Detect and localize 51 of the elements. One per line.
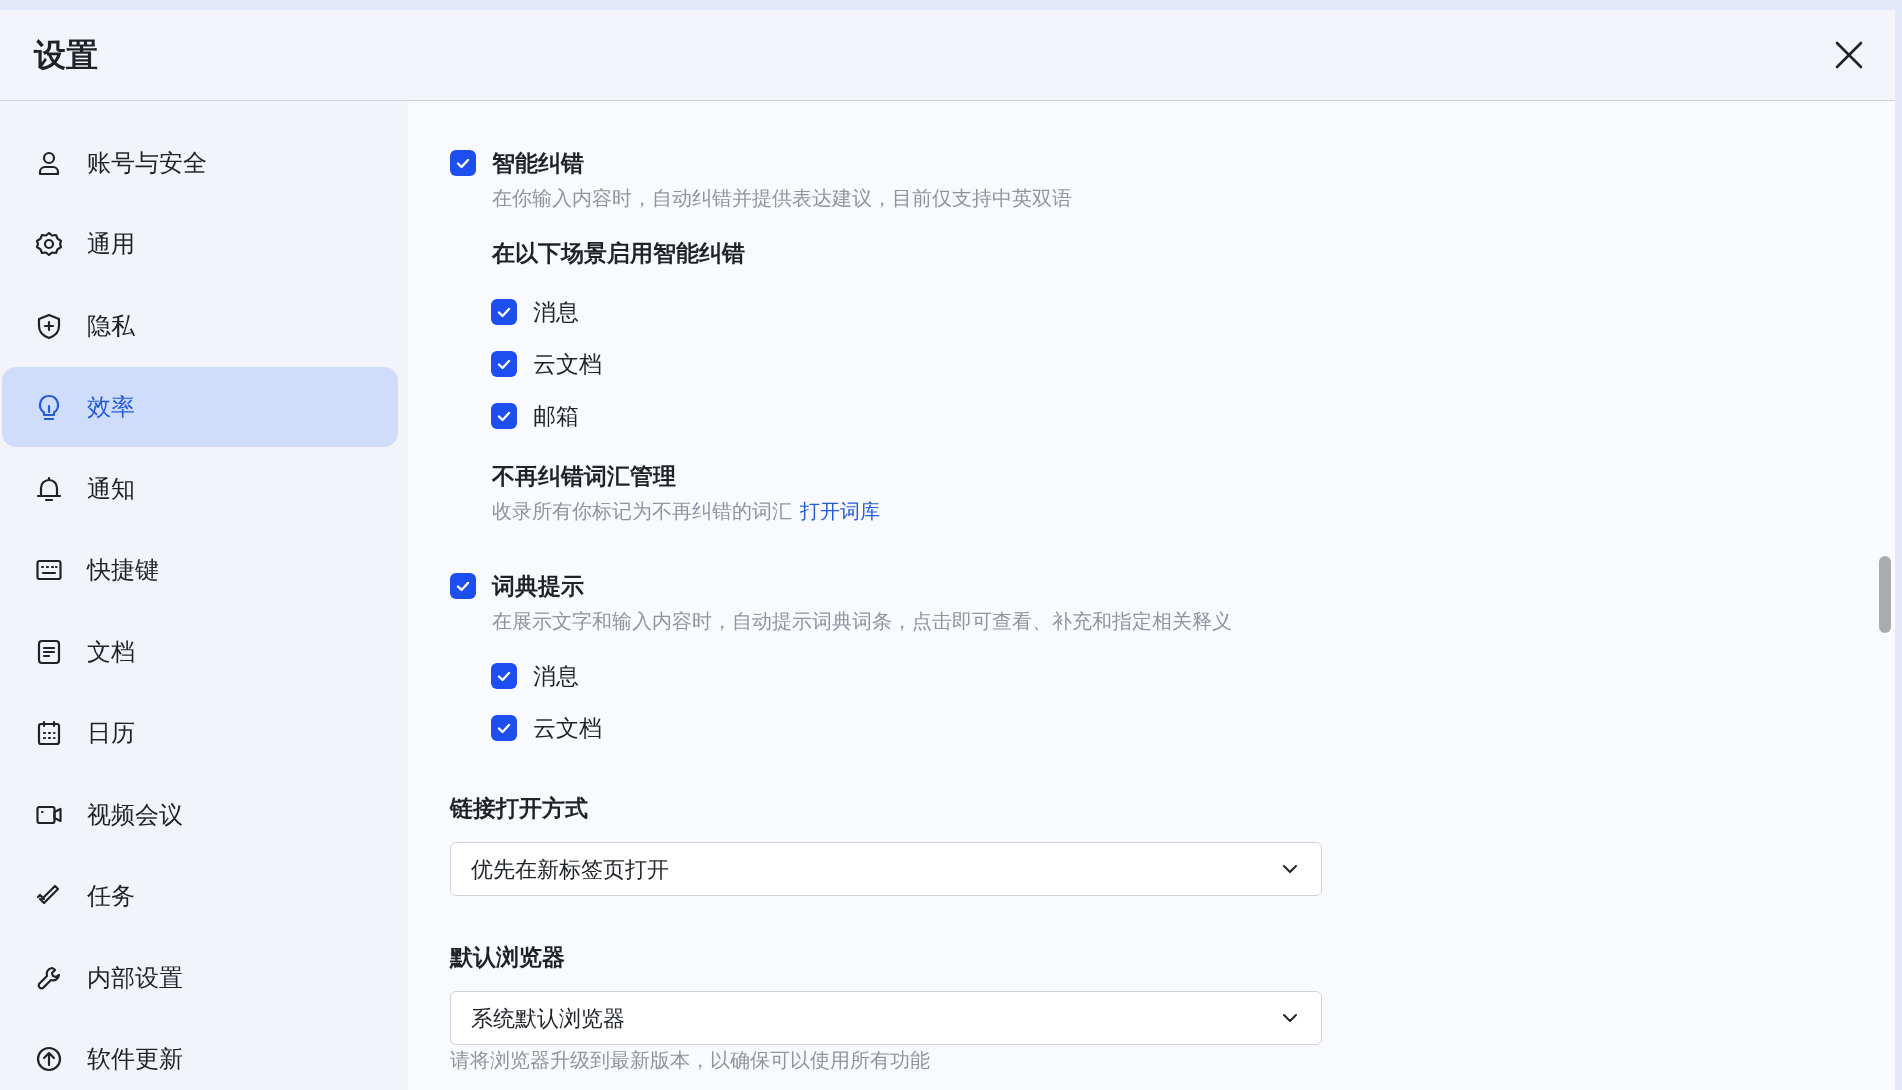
checkbox[interactable] <box>491 715 517 741</box>
sidebar-item[interactable]: 账号与安全 <box>2 122 398 203</box>
checkbox[interactable] <box>491 299 517 325</box>
description: 在你输入内容时，自动纠错并提供表达建议，目前仅支持中英双语 <box>492 186 1073 211</box>
option-title: 词典提示 <box>492 571 584 601</box>
option-title: 智能纠错 <box>492 148 584 178</box>
field-label: 默认浏览器 <box>450 943 566 972</box>
checkbox[interactable] <box>450 150 476 176</box>
checkbox[interactable] <box>450 573 476 599</box>
document-icon <box>36 638 62 665</box>
field-label: 链接打开方式 <box>450 794 589 823</box>
bell-icon <box>36 475 62 502</box>
close-icon <box>1834 40 1864 70</box>
sidebar-item[interactable]: 软件更新 <box>2 1019 398 1090</box>
checkbox[interactable] <box>491 351 517 377</box>
option-label: 消息 <box>533 297 579 327</box>
dropdown-value: 优先在新标签页打开 <box>471 855 669 884</box>
option-label: 邮箱 <box>533 401 579 431</box>
upload-circle-icon <box>36 1046 62 1073</box>
scrollbar-thumb[interactable] <box>1879 556 1891 633</box>
sidebar-item[interactable]: 内部设置 <box>2 937 398 1018</box>
shield-icon <box>36 312 62 339</box>
sidebar-item[interactable]: 通知 <box>2 448 398 529</box>
sidebar-item[interactable]: 通用 <box>2 204 398 285</box>
dropdown[interactable]: 优先在新标签页打开 <box>450 842 1322 896</box>
sidebar-item[interactable]: 日历 <box>2 693 398 774</box>
option-label: 消息 <box>533 661 579 691</box>
sidebar-item[interactable]: 快捷键 <box>2 530 398 611</box>
checkbox[interactable] <box>491 403 517 429</box>
description: 在展示文字和输入内容时，自动提示词典词条，点击即可查看、补充和指定相关释义 <box>492 609 1233 634</box>
dropdown[interactable]: 系统默认浏览器 <box>450 991 1322 1045</box>
settings-icon <box>36 231 62 258</box>
window-title: 设置 <box>34 36 98 75</box>
sidebar-item[interactable]: 隐私 <box>2 285 398 366</box>
sidebar-item[interactable]: 效率 <box>2 367 398 448</box>
lightbulb-icon <box>36 394 62 421</box>
section-heading: 不再纠错词汇管理 <box>492 462 677 491</box>
wrench-icon <box>36 964 62 991</box>
sidebar-item[interactable]: 文档 <box>2 611 398 692</box>
dropdown-value: 系统默认浏览器 <box>471 1004 625 1033</box>
open-library-link[interactable]: 打开词库 <box>800 497 880 525</box>
hint-text: 请将浏览器升级到最新版本，以确保可以使用所有功能 <box>450 1048 931 1073</box>
sidebar-item[interactable]: 任务 <box>2 856 398 937</box>
checkbox[interactable] <box>491 663 517 689</box>
sidebar-item[interactable]: 视频会议 <box>2 774 398 855</box>
section-heading: 在以下场景启用智能纠错 <box>492 239 745 268</box>
option-label: 云文档 <box>533 713 602 743</box>
calendar-icon <box>36 720 62 747</box>
option-label: 云文档 <box>533 349 602 379</box>
person-icon <box>36 149 62 176</box>
description: 收录所有你标记为不再纠错的词汇 <box>492 499 792 524</box>
